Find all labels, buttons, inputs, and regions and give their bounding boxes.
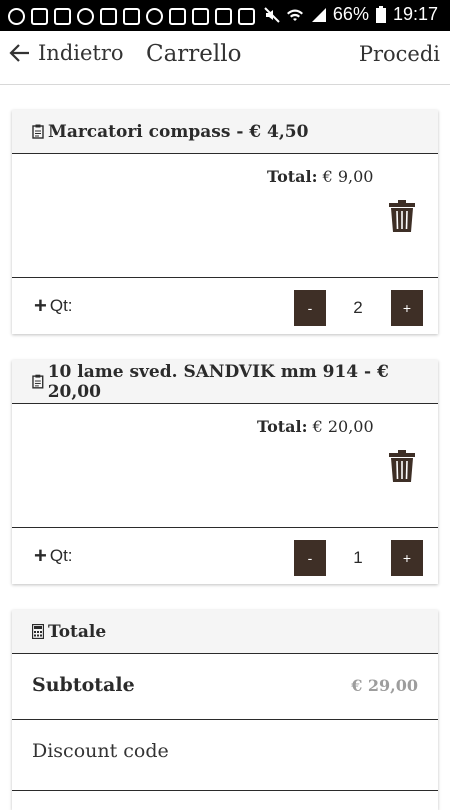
notification-icons	[8, 6, 255, 26]
cart-item-footer: + Qt: - 2 +	[12, 278, 438, 334]
increase-quantity-button[interactable]: +	[391, 540, 423, 576]
notification-icon	[31, 7, 48, 25]
cart-item-header: 10 lame sved. SANDVIK mm 914 - € 20,00	[12, 360, 438, 404]
item-total: Total: € 9,00	[267, 167, 373, 186]
decrease-quantity-button[interactable]: -	[294, 290, 326, 326]
clipboard-icon	[32, 374, 44, 389]
maps-icon	[238, 7, 255, 25]
cart-item: 10 lame sved. SANDVIK mm 914 - € 20,00 T…	[12, 360, 438, 584]
plus-icon: +	[34, 543, 47, 568]
quantity-value: 2	[353, 298, 363, 317]
cart-item-body: Total: € 9,00	[12, 154, 438, 278]
cart-item-title: Marcatori compass - € 4,50	[48, 121, 309, 142]
totals-card: Totale Subtotale € 29,00 Discount code	[12, 610, 438, 810]
signal-icon	[311, 7, 326, 22]
cart-item-body: Total: € 20,00	[12, 404, 438, 528]
increase-quantity-button[interactable]: +	[391, 290, 423, 326]
subtotal-row: Subtotale € 29,00	[12, 654, 438, 720]
status-bar: 66% 19:17	[0, 0, 450, 31]
battery-percent: 66%	[332, 4, 369, 24]
item-total-value: € 9,00	[322, 167, 374, 186]
app-header: Indietro Carrello Procedi	[0, 31, 450, 85]
subtotal-label: Subtotale	[32, 674, 135, 696]
restaurant-icon	[146, 7, 163, 25]
cart-item-footer: + Qt: - 1 +	[12, 528, 438, 584]
item-total-value: € 20,00	[312, 417, 374, 436]
item-total-label: Total:	[257, 417, 308, 436]
maps-icon	[77, 7, 94, 25]
back-label: Indietro	[38, 41, 124, 65]
car-icon	[100, 7, 117, 25]
clock: 19:17	[392, 4, 438, 24]
battery-icon	[375, 6, 386, 23]
discount-code-row[interactable]: Discount code	[12, 720, 438, 791]
item-total-label: Total:	[267, 167, 318, 186]
proceed-button[interactable]: Procedi	[359, 42, 440, 66]
arrow-left-icon	[9, 44, 29, 62]
quantity-label: + Qt:	[34, 293, 73, 318]
mute-icon	[264, 6, 280, 23]
totals-title: Totale	[48, 621, 107, 642]
notification-icon	[123, 7, 140, 25]
page-title: Carrello	[146, 41, 242, 67]
subtotal-value: € 29,00	[351, 676, 418, 695]
system-tray: 66% 19:17	[264, 4, 438, 25]
linkedin-icon	[54, 7, 71, 25]
clipboard-icon	[32, 124, 44, 139]
totals-header: Totale	[12, 610, 438, 654]
plus-icon: +	[34, 293, 47, 318]
mail-icon	[169, 7, 186, 25]
calculator-icon	[32, 624, 44, 639]
trash-icon[interactable]	[388, 200, 416, 232]
quantity-label: + Qt:	[34, 543, 73, 568]
item-total: Total: € 20,00	[257, 417, 374, 436]
cart-item-header: Marcatori compass - € 4,50	[12, 110, 438, 154]
back-button[interactable]: Indietro	[8, 41, 124, 65]
wifi-icon	[286, 9, 303, 21]
trash-icon[interactable]	[388, 450, 416, 482]
youtube-icon	[192, 7, 209, 25]
cart-item: Marcatori compass - € 4,50 Total: € 9,00…	[12, 110, 438, 334]
whatsapp-icon	[8, 7, 25, 25]
discount-code-label: Discount code	[32, 740, 169, 762]
decrease-quantity-button[interactable]: -	[294, 540, 326, 576]
gallery-icon	[215, 7, 232, 25]
cart-item-title: 10 lame sved. SANDVIK mm 914 - € 20,00	[47, 361, 389, 402]
quantity-value: 1	[353, 548, 363, 567]
